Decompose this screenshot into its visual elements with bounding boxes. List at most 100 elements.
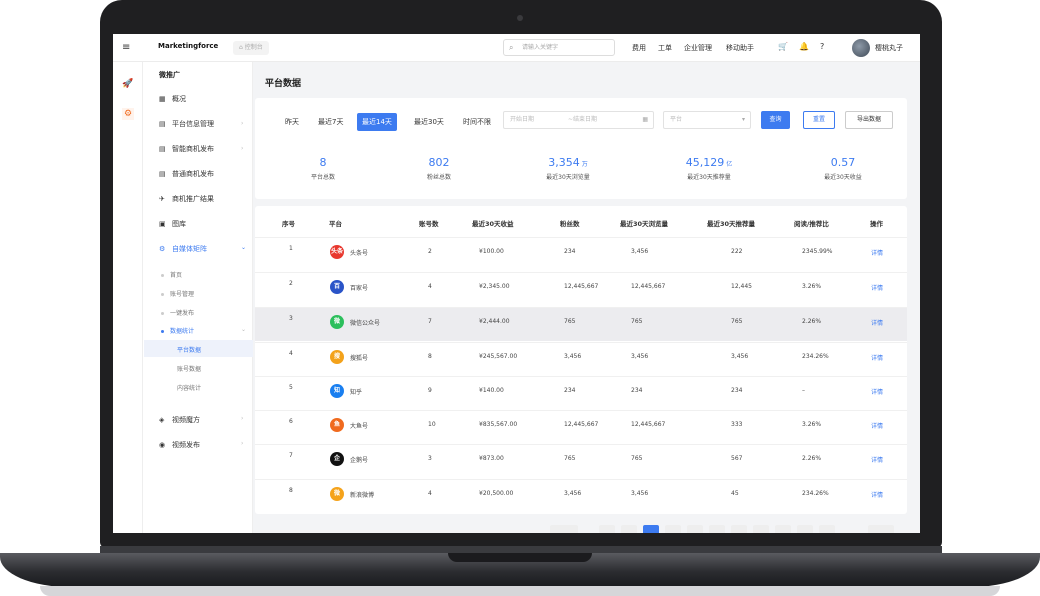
cell-ratio: 234.26%	[802, 490, 829, 497]
pager-page[interactable]	[665, 525, 681, 533]
platform-logo-icon: 企	[330, 452, 344, 466]
breadcrumb[interactable]: ⌂ 控制台	[233, 41, 269, 55]
stat-recommend: 45,129 亿最近30天推荐量	[659, 156, 759, 181]
pager-page[interactable]	[753, 525, 769, 533]
cell-action[interactable]: 详情	[871, 387, 883, 396]
gear-icon[interactable]: ⚙	[122, 108, 134, 120]
cell-accounts: 9	[428, 387, 432, 394]
pager-next[interactable]	[819, 525, 835, 533]
sub-item-platform-data[interactable]: 平台数据	[177, 345, 201, 354]
col-header-action: 操作	[870, 220, 883, 228]
tab-yesterday[interactable]: 昨天	[280, 113, 304, 131]
cell-fans: 234	[564, 387, 576, 394]
video-icon: ◈	[159, 416, 165, 424]
cell-platform: 新浪微博	[350, 492, 375, 499]
tab-7days[interactable]: 最近7天	[313, 113, 348, 131]
cart-icon[interactable]: 🛒	[778, 42, 788, 51]
bell-icon[interactable]: 🔔	[799, 42, 809, 51]
sidebar-item-video-publish[interactable]: ◉ 视频发布	[159, 440, 200, 450]
cell-ratio: 3.26%	[802, 421, 822, 428]
pager-page[interactable]	[797, 525, 813, 533]
pager-page[interactable]	[709, 525, 725, 533]
sidebar-item-label: 视频发布	[172, 441, 200, 449]
sidebar	[143, 62, 253, 533]
cell-action[interactable]: 详情	[871, 318, 883, 327]
pager-size-select[interactable]	[550, 525, 578, 533]
help-icon[interactable]: ?	[820, 42, 824, 51]
export-button[interactable]: 导出数据	[845, 111, 893, 129]
end-date-placeholder: ~结束日期	[568, 116, 598, 123]
platform-placeholder: 平台	[670, 116, 683, 123]
cell-action[interactable]: 详情	[871, 490, 883, 499]
sidebar-item-smart-publish[interactable]: ▤ 智能商机发布	[159, 144, 214, 154]
doc-icon: ▤	[159, 170, 166, 178]
cell-ratio: 2.26%	[802, 318, 822, 325]
col-header-accounts: 账号数	[419, 220, 439, 228]
cell-no: 3	[289, 315, 293, 322]
cell-action[interactable]: 详情	[871, 353, 883, 362]
sub-item-publish[interactable]: 一键发布	[161, 308, 194, 317]
sidebar-item-video-cube[interactable]: ◈ 视频魔方	[159, 415, 200, 425]
tab-all-time[interactable]: 时间不限	[458, 113, 496, 131]
cell-action[interactable]: 详情	[871, 283, 883, 292]
avatar[interactable]	[852, 39, 870, 57]
col-header-platform: 平台	[329, 220, 342, 228]
query-button[interactable]: 查询	[761, 111, 790, 129]
chevron-right-icon: ›	[241, 415, 244, 422]
rocket-icon[interactable]: 🚀	[122, 78, 134, 90]
pager-jump-input[interactable]	[868, 525, 894, 533]
stat-label: 粉丝总数	[426, 174, 451, 181]
nav-tickets[interactable]: 工单	[658, 43, 672, 53]
sub-item-accounts[interactable]: 账号管理	[161, 289, 194, 298]
pager-page[interactable]	[687, 525, 703, 533]
brand-logo: Marketingforce	[158, 42, 219, 50]
nav-mobile[interactable]: 移动助手	[726, 43, 754, 53]
stat-income: 0.57 最近30天收益	[793, 156, 893, 181]
nav-enterprise[interactable]: 企业管理	[684, 43, 712, 53]
laptop-notch	[448, 553, 592, 562]
cell-action[interactable]: 详情	[871, 248, 883, 257]
cell-fans: 765	[564, 318, 576, 325]
cell-fans: 12,445,667	[564, 421, 599, 428]
sub-item-account-data[interactable]: 账号数据	[177, 364, 201, 373]
sub-item-home[interactable]: 首页	[161, 270, 182, 279]
col-header-fans: 粉丝数	[560, 220, 580, 228]
pager-page-active[interactable]	[643, 525, 659, 533]
col-header-income: 最近30天收益	[472, 220, 514, 228]
search-icon: ⌕	[509, 43, 514, 52]
sidebar-item-promo-result[interactable]: ✈ 商机推广结果	[159, 194, 214, 204]
cell-recommend: 222	[731, 248, 743, 255]
cell-action[interactable]: 详情	[871, 455, 883, 464]
sub-item-stats[interactable]: 数据统计	[161, 326, 194, 335]
sub-item-label: 首页	[170, 272, 183, 279]
pager-page[interactable]	[775, 525, 791, 533]
search-input[interactable]: ⌕ 请输入关键字	[503, 39, 615, 56]
nav-fees[interactable]: 费用	[632, 43, 646, 53]
sidebar-item-platform-info[interactable]: ▤ 平台信息管理	[159, 119, 214, 129]
pager-prev[interactable]	[599, 525, 615, 533]
sidebar-item-label: 概况	[172, 95, 186, 103]
cell-recommend: 234	[731, 387, 743, 394]
cell-no: 4	[289, 350, 293, 357]
date-range-input[interactable]: 开始日期 ~结束日期 ▦	[503, 111, 654, 129]
pager-page[interactable]	[731, 525, 747, 533]
cell-views: 12,445,667	[631, 283, 666, 290]
sub-item-content-stats[interactable]: 内容统计	[177, 383, 201, 392]
chevron-down-icon: ⌄	[241, 326, 247, 333]
sidebar-item-gallery[interactable]: ▣ 图库	[159, 219, 186, 229]
cell-income: ¥835,567.00	[479, 421, 518, 428]
reset-button[interactable]: 重置	[803, 111, 835, 129]
pager-page[interactable]	[621, 525, 637, 533]
hamburger-icon[interactable]: ≡	[122, 42, 130, 53]
sidebar-item-media-matrix[interactable]: ⚙ 自媒体矩阵	[159, 244, 207, 254]
cell-action[interactable]: 详情	[871, 421, 883, 430]
sidebar-item-normal-publish[interactable]: ▤ 普通商机发布	[159, 169, 214, 179]
user-name[interactable]: 樱桃丸子	[875, 43, 903, 53]
tab-30days[interactable]: 最近30天	[409, 113, 449, 131]
gear-icon: ⚙	[159, 245, 166, 253]
sidebar-item-overview[interactable]: ▦ 概况	[159, 94, 186, 104]
cell-accounts: 4	[428, 490, 432, 497]
cell-ratio: –	[802, 387, 805, 394]
platform-select[interactable]: 平台 ▾	[663, 111, 751, 129]
tab-14days[interactable]: 最近14天	[357, 113, 397, 131]
